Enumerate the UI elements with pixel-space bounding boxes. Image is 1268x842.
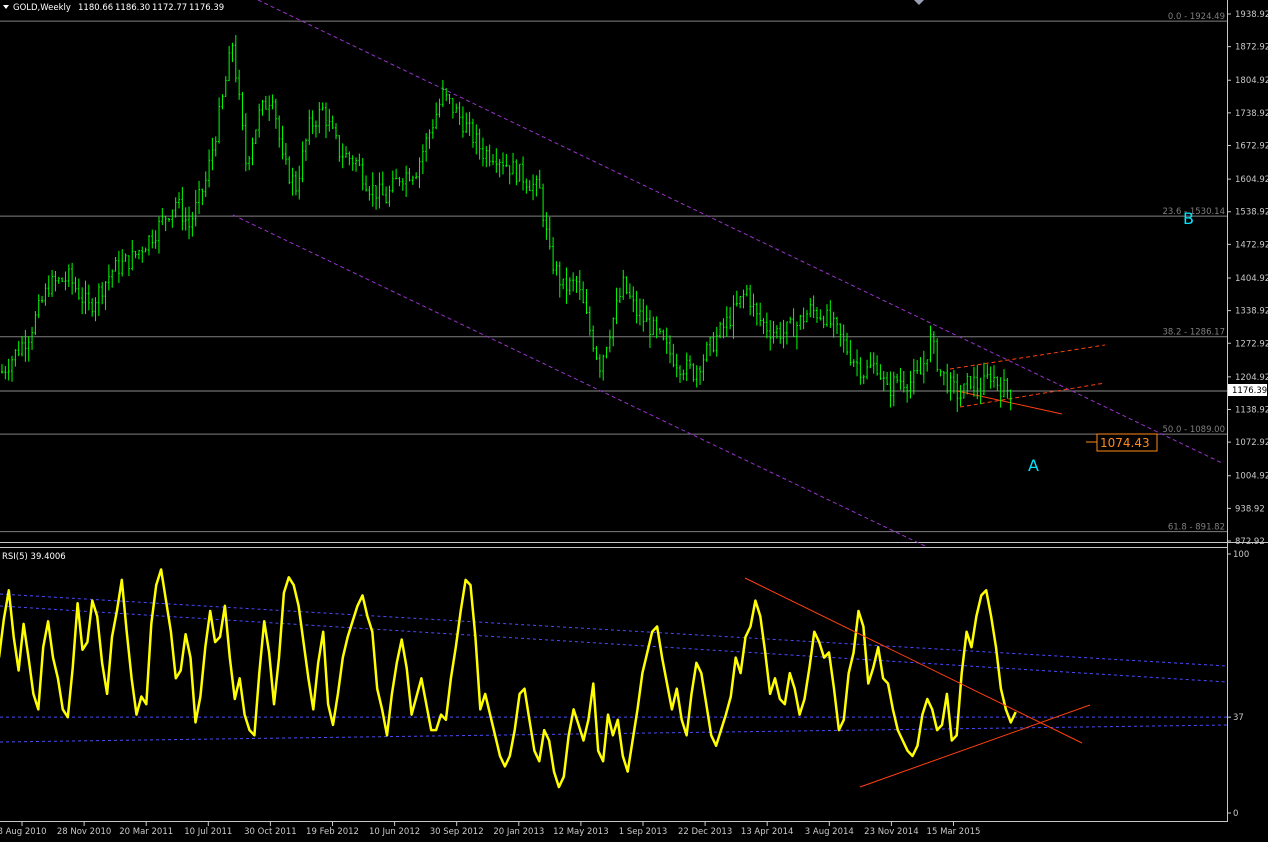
date-tick-label: 15 Mar 2015 (927, 827, 981, 837)
rsi-guide-lines (0, 593, 1228, 743)
rsi-line (0, 568, 1017, 789)
upper-dashed-trendline (949, 344, 1106, 370)
date-tick-label: 30 Oct 2011 (244, 827, 297, 837)
rsi-tick-label: 37 (1233, 713, 1244, 723)
date-tick-label: 1 Sep 2013 (619, 827, 667, 837)
support-trendline (956, 390, 1063, 415)
rsi-tick-label: 0 (1233, 809, 1238, 819)
rsi-guide-upper (0, 593, 1228, 667)
symbol-label: GOLD,Weekly (13, 3, 71, 13)
price-tick-label: 1204.92 (1235, 373, 1268, 383)
date-tick-label: 19 Feb 2012 (306, 827, 359, 837)
date-tick-label: 22 Dec 2013 (678, 827, 732, 837)
price-tick-label: 1738.92 (1235, 109, 1268, 119)
price-tick-label: 938.92 (1235, 504, 1265, 514)
rsi-label: RSI(5) 39.4006 (2, 552, 66, 562)
lower-dashed-trendline (959, 382, 1106, 408)
date-axis: 8 Aug 2010 28 Nov 2010 20 Mar 2011 10 Jul 2… (0, 822, 980, 837)
price-tick-label: 1072.92 (1235, 438, 1268, 448)
price-tick-label: 1804.92 (1235, 76, 1268, 86)
svg-text:1176.39: 1176.39 (1232, 386, 1267, 396)
date-tick-label: 10 Jul 2011 (184, 827, 232, 837)
date-tick-label: 13 Apr 2014 (741, 827, 794, 837)
open-value: 1180.66 (78, 3, 113, 13)
panel-frames (0, 0, 1268, 822)
gold-weekly-chart[interactable]: 0.0 - 1924.4923.6 - 1530.1438.2 - 1286.1… (0, 0, 1268, 842)
low-value: 1172.77 (152, 3, 187, 13)
fib-level-label: 61.8 - 891.82 (1168, 523, 1225, 533)
price-tick-label: 1004.92 (1235, 472, 1268, 482)
price-tick-label: 1872.92 (1235, 43, 1268, 53)
price-tick-label: 1338.92 (1235, 307, 1268, 317)
rsi-tick-label: 100 (1233, 550, 1249, 560)
date-tick-label: 10 Jun 2012 (369, 827, 420, 837)
fib-level-label: 0.0 - 1924.49 (1168, 12, 1225, 22)
date-tick-label: 12 May 2013 (553, 827, 608, 837)
date-tick-label: 3 Aug 2014 (805, 827, 854, 837)
wave-b-label: B (1183, 209, 1194, 228)
date-tick-label: 23 Nov 2014 (864, 827, 918, 837)
channel-upper-line (257, 0, 1223, 464)
price-axis: 1938.92 1872.92 1804.92 1738.92 1672.92 1604.… (1227, 10, 1268, 547)
price-tick-label: 1272.92 (1235, 339, 1268, 349)
rsi-series-line (0, 568, 1017, 789)
price-candles (1, 35, 1012, 412)
rsi-axis: 100 37 0 (1227, 550, 1249, 819)
date-tick-label: 30 Sep 2012 (430, 827, 484, 837)
descending-channel (232, 0, 1223, 547)
rsi-triangle-lines (744, 577, 1091, 788)
fib-level-label: 50.0 - 1089.00 (1162, 425, 1225, 435)
high-value: 1186.30 (115, 3, 150, 13)
date-tick-label: 20 Mar 2011 (119, 827, 173, 837)
date-tick-label: 28 Nov 2010 (57, 827, 111, 837)
price-tick-label: 1538.92 (1235, 208, 1268, 218)
price-tick-label: 1938.92 (1235, 10, 1268, 20)
rsi-descending-trendline (744, 577, 1083, 744)
fibonacci-levels: 0.0 - 1924.4923.6 - 1530.1438.2 - 1286.1… (0, 12, 1227, 533)
target-price-text: 1074.43 (1100, 436, 1150, 450)
wave-a-label: A (1028, 456, 1039, 475)
fib-level-label: 38.2 - 1286.17 (1162, 328, 1225, 338)
chart-menu-arrow-icon[interactable] (3, 5, 9, 9)
price-tick-label: 1138.92 (1235, 405, 1268, 415)
price-tick-label: 872.92 (1235, 537, 1265, 547)
date-tick-label: 8 Aug 2010 (0, 827, 47, 837)
current-price-tag: 1176.39 (1228, 384, 1267, 396)
scroll-marker-icon[interactable] (914, 0, 924, 5)
price-tick-label: 1672.92 (1235, 142, 1268, 152)
price-tick-label: 1404.92 (1235, 274, 1268, 284)
channel-lower-line (232, 214, 926, 547)
close-value: 1176.39 (189, 3, 224, 13)
price-tick-label: 1472.92 (1235, 240, 1268, 250)
target-price-marker[interactable]: 1074.43 (1086, 433, 1158, 452)
date-tick-label: 20 Jan 2013 (493, 827, 544, 837)
price-tick-label: 1604.92 (1235, 175, 1268, 185)
trendlines (949, 344, 1106, 415)
